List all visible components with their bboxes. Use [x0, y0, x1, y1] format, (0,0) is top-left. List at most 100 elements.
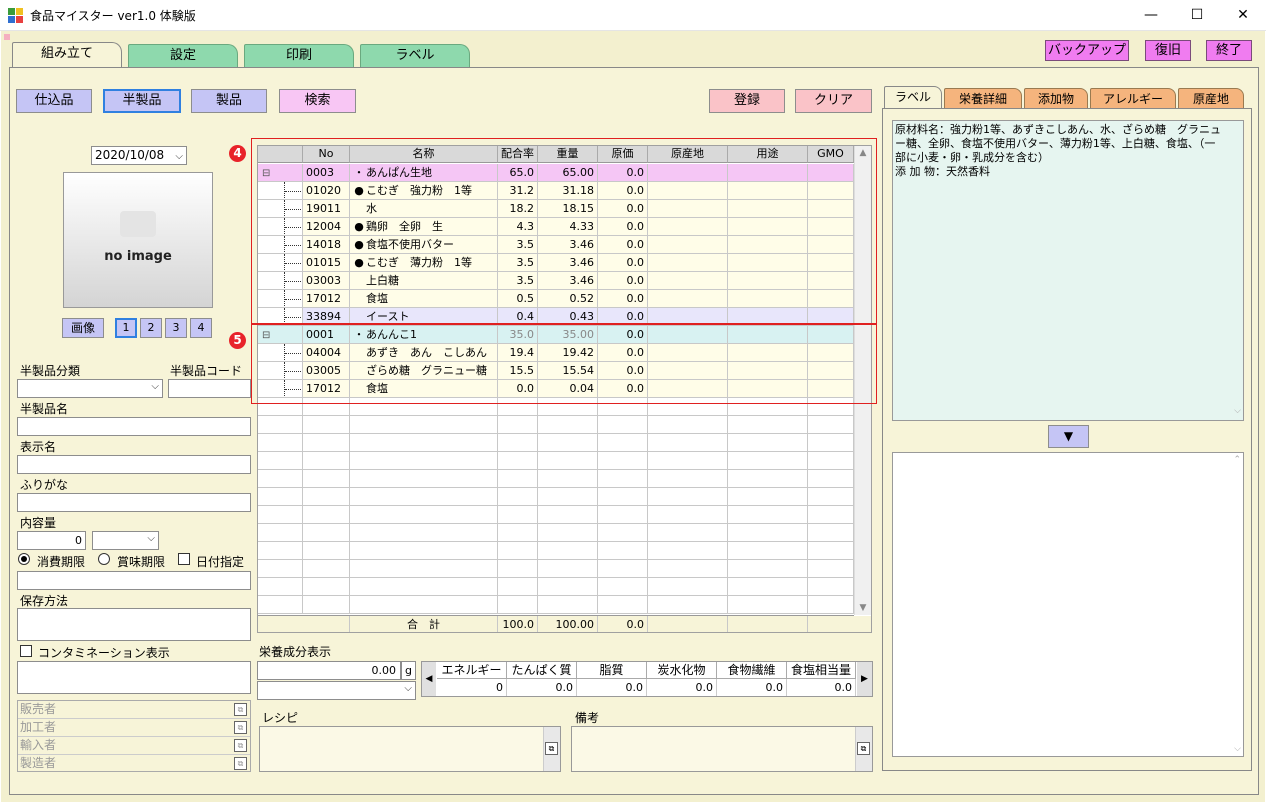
tab-right-origin[interactable]: 原産地	[1178, 88, 1244, 109]
empty-cell[interactable]	[808, 470, 854, 488]
empty-cell[interactable]	[258, 506, 303, 524]
empty-cell[interactable]	[808, 452, 854, 470]
display-name-input[interactable]	[17, 455, 251, 474]
register-button[interactable]: 登録	[709, 89, 785, 113]
empty-cell[interactable]	[538, 542, 598, 560]
empty-cell[interactable]	[728, 560, 808, 578]
nutrition-amount-input[interactable]: 0.00	[257, 661, 401, 680]
notes-input[interactable]: ⧉	[571, 726, 873, 772]
empty-cell[interactable]	[728, 488, 808, 506]
table-row[interactable]	[258, 470, 854, 488]
expiry-consume-radio[interactable]	[18, 553, 30, 565]
table-row[interactable]	[258, 542, 854, 560]
empty-cell[interactable]	[498, 542, 538, 560]
empty-cell[interactable]	[258, 416, 303, 434]
scroll-down-icon[interactable]: ▼	[855, 603, 871, 613]
scroll-down-icon[interactable]: ⌵	[1234, 404, 1241, 418]
empty-cell[interactable]	[648, 542, 728, 560]
empty-cell[interactable]	[258, 488, 303, 506]
empty-cell[interactable]	[598, 578, 648, 596]
empty-cell[interactable]	[808, 488, 854, 506]
empty-cell[interactable]	[258, 578, 303, 596]
empty-cell[interactable]	[538, 416, 598, 434]
image-page-3[interactable]: 3	[165, 318, 187, 338]
empty-cell[interactable]	[598, 416, 648, 434]
expand-down-button[interactable]: ▼	[1048, 425, 1089, 448]
empty-cell[interactable]	[728, 596, 808, 614]
label-preview-area[interactable]: ⌃ ⌵	[892, 452, 1244, 757]
empty-cell[interactable]	[538, 578, 598, 596]
empty-cell[interactable]	[258, 524, 303, 542]
empty-cell[interactable]	[648, 506, 728, 524]
seihin-button[interactable]: 製品	[191, 89, 267, 113]
maximize-button[interactable]: ☐	[1174, 0, 1220, 31]
content-unit-select[interactable]: ⌵	[92, 531, 159, 550]
table-row[interactable]	[258, 434, 854, 452]
table-row[interactable]	[258, 578, 854, 596]
empty-cell[interactable]	[303, 488, 350, 506]
tab-print[interactable]: 印刷	[244, 44, 354, 68]
contamination-checkbox[interactable]	[20, 645, 32, 657]
empty-cell[interactable]	[303, 542, 350, 560]
backup-button[interactable]: バックアップ	[1045, 40, 1129, 61]
copy-icon[interactable]: ⧉	[234, 721, 247, 734]
empty-cell[interactable]	[303, 560, 350, 578]
image-page-2[interactable]: 2	[140, 318, 162, 338]
image-page-1[interactable]: 1	[115, 318, 137, 338]
nutrition-scroll-right-icon[interactable]: ▶	[857, 662, 872, 696]
empty-cell[interactable]	[498, 488, 538, 506]
search-button[interactable]: 検索	[279, 89, 356, 113]
empty-cell[interactable]	[538, 596, 598, 614]
table-row[interactable]	[258, 452, 854, 470]
empty-cell[interactable]	[648, 416, 728, 434]
minimize-button[interactable]: —	[1128, 0, 1174, 31]
empty-cell[interactable]	[598, 560, 648, 578]
empty-cell[interactable]	[258, 542, 303, 560]
tab-right-allergy[interactable]: アレルギー	[1090, 88, 1176, 109]
empty-cell[interactable]	[498, 560, 538, 578]
empty-cell[interactable]	[350, 506, 498, 524]
category-select[interactable]: ⌵	[17, 379, 163, 398]
image-button[interactable]: 画像	[62, 318, 104, 338]
table-row[interactable]	[258, 416, 854, 434]
table-row[interactable]	[258, 524, 854, 542]
empty-cell[interactable]	[598, 470, 648, 488]
shikomi-button[interactable]: 仕込品	[16, 89, 92, 113]
empty-cell[interactable]	[648, 470, 728, 488]
copy-icon[interactable]: ⧉	[234, 757, 247, 770]
empty-cell[interactable]	[303, 470, 350, 488]
empty-cell[interactable]	[808, 506, 854, 524]
empty-cell[interactable]	[598, 452, 648, 470]
storage-input[interactable]	[17, 608, 251, 641]
close-button[interactable]: ✕	[1220, 0, 1266, 31]
empty-cell[interactable]	[728, 578, 808, 596]
empty-cell[interactable]	[598, 524, 648, 542]
contamination-input[interactable]	[17, 661, 251, 694]
empty-cell[interactable]	[728, 434, 808, 452]
empty-cell[interactable]	[350, 542, 498, 560]
code-input[interactable]	[168, 379, 251, 398]
tab-right-nutrition[interactable]: 栄養詳細	[944, 88, 1022, 109]
expiry-best-radio[interactable]	[98, 553, 110, 565]
empty-cell[interactable]	[350, 416, 498, 434]
name-input[interactable]	[17, 417, 251, 436]
tab-right-label[interactable]: ラベル	[884, 86, 942, 109]
empty-cell[interactable]	[350, 434, 498, 452]
empty-cell[interactable]	[258, 596, 303, 614]
empty-cell[interactable]	[350, 452, 498, 470]
label-text-area[interactable]: 原材料名：強力粉1等、あずきこしあん、水、ざらめ糖 グラニュー糖、全卵、食塩不使…	[892, 120, 1244, 421]
empty-cell[interactable]	[350, 560, 498, 578]
copy-icon[interactable]: ⧉	[857, 742, 870, 755]
empty-cell[interactable]	[808, 542, 854, 560]
furigana-input[interactable]	[17, 493, 251, 512]
empty-cell[interactable]	[598, 542, 648, 560]
copy-icon[interactable]: ⧉	[545, 742, 558, 755]
tab-assemble[interactable]: 組み立て	[12, 42, 122, 68]
hanseihin-button[interactable]: 半製品	[103, 89, 181, 113]
empty-cell[interactable]	[598, 506, 648, 524]
empty-cell[interactable]	[350, 470, 498, 488]
clear-button[interactable]: クリア	[795, 89, 872, 113]
empty-cell[interactable]	[303, 434, 350, 452]
table-row[interactable]	[258, 596, 854, 614]
recipe-copy-button[interactable]: ⧉	[543, 727, 560, 771]
